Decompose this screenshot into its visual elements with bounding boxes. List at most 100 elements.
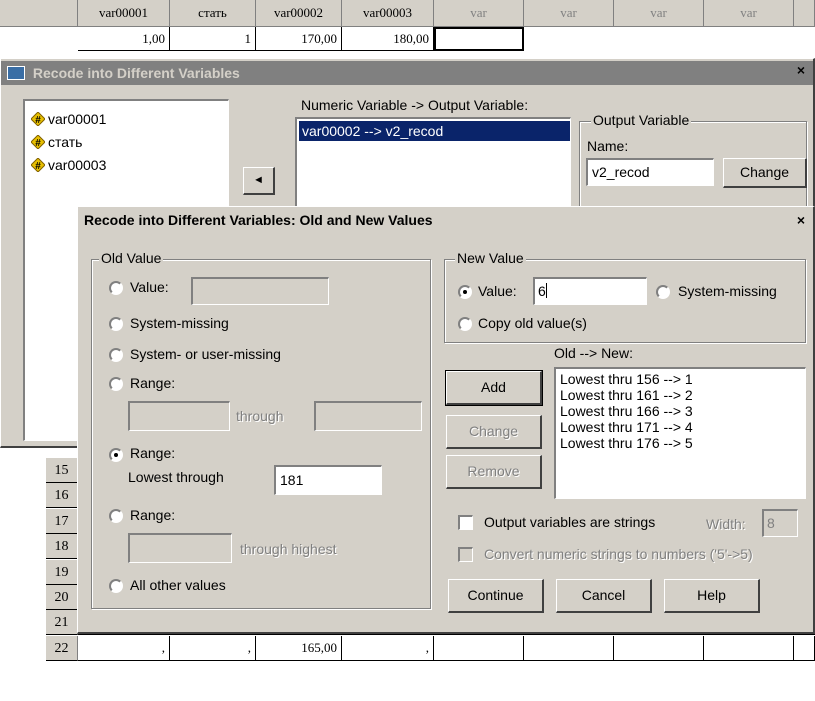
row-header[interactable]: 20 (46, 585, 78, 610)
grid-cell[interactable]: 180,00 (342, 27, 434, 51)
text-cursor (545, 283, 547, 298)
window-icon (7, 66, 25, 80)
output-name-input[interactable]: v2_recod (586, 158, 714, 186)
system-missing-radio[interactable] (109, 317, 123, 331)
range-highest-radio[interactable] (109, 509, 123, 523)
change-name-button[interactable]: Change (723, 158, 807, 188)
list-item[interactable]: Lowest thru 156 --> 1 (560, 371, 693, 387)
column-header[interactable]: var (614, 0, 704, 27)
list-item[interactable]: Lowest thru 166 --> 3 (560, 403, 693, 419)
old-new-label: Old --> New: (554, 345, 633, 361)
row-header[interactable]: 16 (46, 483, 78, 508)
old-new-dialog-title: Recode into Different Variables: Old and… (84, 212, 433, 228)
grid-cell[interactable]: 170,00 (256, 27, 342, 51)
new-value-input[interactable]: 6 (533, 277, 647, 305)
list-item[interactable]: # var00003 (31, 157, 106, 173)
grid-cell[interactable] (704, 636, 794, 661)
column-header[interactable]: var00001 (78, 0, 170, 27)
continue-button[interactable]: Continue (448, 579, 544, 613)
change-button[interactable]: Change (446, 415, 542, 449)
new-system-missing-label: System-missing (678, 283, 777, 299)
old-value-input[interactable] (191, 277, 329, 305)
grid-cell[interactable]: , (78, 636, 170, 661)
range-lowest-radio[interactable] (109, 448, 123, 462)
list-item[interactable]: Lowest thru 176 --> 5 (560, 435, 693, 451)
width-label: Width: (706, 516, 746, 532)
list-item[interactable]: # стать (31, 134, 82, 150)
range-lowest-label: Range: (130, 445, 176, 461)
svg-text:#: # (35, 161, 41, 172)
recode-dialog-title: Recode into Different Variables (32, 65, 240, 81)
row-header[interactable]: 21 (46, 610, 78, 635)
through-label: through (236, 408, 284, 424)
new-value-label: Value: (478, 283, 517, 299)
list-item-selected[interactable]: var00002 --> v2_recod (299, 121, 570, 141)
list-item[interactable]: Lowest thru 171 --> 4 (560, 419, 693, 435)
numeric-variable-icon: # (31, 112, 45, 126)
grid-cell[interactable]: 165,00 (256, 636, 342, 661)
name-label: Name: (587, 138, 629, 154)
old-value-radio[interactable] (109, 281, 123, 295)
through-highest-input[interactable] (128, 533, 232, 563)
column-header[interactable]: var00003 (342, 0, 434, 27)
close-icon[interactable]: × (793, 212, 809, 228)
row-header[interactable]: 18 (46, 534, 78, 559)
output-variable-group-label: Output Variable (591, 112, 692, 128)
row-header[interactable]: 17 (46, 509, 78, 534)
list-item[interactable]: Lowest thru 161 --> 2 (560, 387, 693, 403)
grid-cell[interactable]: 1,00 (78, 27, 170, 51)
grid-cell[interactable] (524, 636, 614, 661)
old-new-values-dialog[interactable]: Recode into Different Variables: Old and… (77, 206, 815, 634)
copy-old-label: Copy old value(s) (478, 315, 587, 331)
copy-old-radio[interactable] (458, 317, 472, 331)
range-radio[interactable] (109, 377, 123, 391)
column-header[interactable]: стать (170, 0, 256, 27)
grid-cell[interactable] (614, 636, 704, 661)
list-item[interactable]: # var00001 (31, 111, 106, 127)
remove-button[interactable]: Remove (446, 455, 542, 489)
convert-numeric-label: Convert numeric strings to numbers ('5'-… (484, 546, 753, 562)
new-value-group-label: New Value (455, 250, 526, 266)
column-header[interactable]: var (704, 0, 794, 27)
width-input[interactable]: 8 (762, 509, 798, 537)
add-button[interactable]: Add (445, 370, 543, 406)
grid-cell-selected[interactable] (434, 27, 524, 51)
output-strings-checkbox[interactable] (458, 515, 473, 530)
cancel-button[interactable]: Cancel (556, 579, 652, 613)
lowest-through-label: Lowest through (128, 469, 224, 485)
all-other-radio[interactable] (109, 579, 123, 593)
row-header[interactable]: 15 (46, 458, 78, 483)
grid-cell[interactable]: 1 (170, 27, 256, 51)
sys-user-missing-radio[interactable] (109, 348, 123, 362)
grid-cell[interactable] (794, 636, 815, 661)
move-variable-button[interactable]: ◄ (243, 167, 275, 195)
new-value-radio[interactable] (458, 285, 472, 299)
range-to-input[interactable] (314, 401, 422, 431)
row-header[interactable]: 22 (46, 636, 78, 661)
system-missing-label: System-missing (130, 315, 229, 331)
help-button[interactable]: Help (664, 579, 760, 613)
grid-cell[interactable]: , (170, 636, 256, 661)
old-new-dialog-titlebar[interactable]: Recode into Different Variables: Old and… (78, 208, 813, 232)
output-strings-label: Output variables are strings (484, 514, 656, 530)
svg-text:#: # (35, 138, 41, 149)
numeric-variable-icon: # (31, 158, 45, 172)
new-system-missing-radio[interactable] (656, 285, 670, 299)
range-label: Range: (130, 375, 176, 391)
range-from-input[interactable] (128, 401, 230, 431)
all-other-label: All other values (130, 577, 226, 593)
grid-cell[interactable] (434, 636, 524, 661)
close-icon[interactable]: × (793, 62, 809, 78)
recode-dialog-titlebar[interactable]: Recode into Different Variables (1, 61, 813, 85)
old-new-list[interactable]: Lowest thru 156 --> 1 Lowest thru 161 -->… (554, 367, 806, 499)
lowest-through-input[interactable]: 181 (274, 465, 382, 495)
new-value-text: 6 (538, 283, 546, 299)
convert-numeric-checkbox[interactable] (458, 547, 473, 562)
old-value-label: Value: (130, 279, 169, 295)
range-highest-label: Range: (130, 507, 176, 523)
grid-cell[interactable]: , (342, 636, 434, 661)
column-header[interactable]: var (524, 0, 614, 27)
column-header[interactable]: var00002 (256, 0, 342, 27)
column-header[interactable]: var (434, 0, 524, 27)
row-header[interactable]: 19 (46, 560, 78, 585)
